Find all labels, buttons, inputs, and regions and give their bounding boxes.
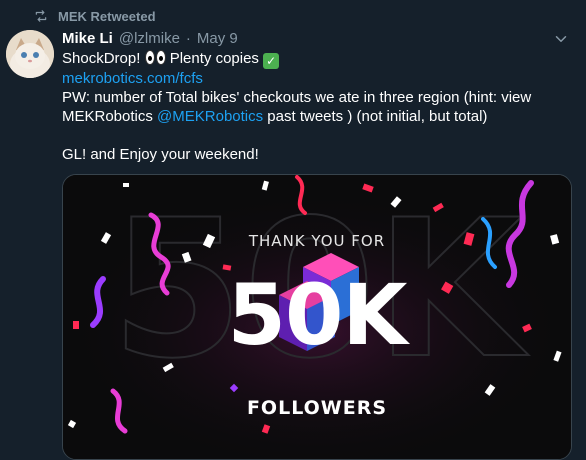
- mention-link[interactable]: @MEKRobotics: [157, 108, 263, 125]
- checkmark-emoji-icon: ✓: [263, 53, 280, 69]
- retweet-label: MEK Retweeted: [58, 8, 156, 24]
- tweet-link[interactable]: mekrobotics.com/fcfs: [62, 70, 203, 87]
- tweet-header: Mike Li @lzlmike · May 9: [62, 28, 238, 48]
- retweet-icon: [34, 9, 48, 23]
- tweet-line-1-text: ShockDrop!: [62, 50, 145, 67]
- tweet-line-1-suffix: Plenty copies: [165, 50, 264, 67]
- display-name[interactable]: Mike Li: [62, 30, 113, 47]
- follower-count-text: 50K: [227, 266, 408, 364]
- chevron-down-icon[interactable]: [552, 30, 570, 48]
- tweet-date[interactable]: May 9: [197, 30, 238, 47]
- eyes-emoji-icon: [144, 50, 166, 65]
- user-handle[interactable]: @lzlmike: [119, 30, 180, 47]
- tweet-line-1: ShockDrop! Plenty copies ✓: [62, 49, 572, 69]
- tweet-text: ShockDrop! Plenty copies ✓ mekrobotics.c…: [62, 49, 572, 164]
- avatar[interactable]: [6, 30, 54, 78]
- tweet-media-image[interactable]: 50K: [62, 174, 572, 460]
- separator-dot: ·: [185, 29, 191, 47]
- thanks-text: THANK YOU FOR: [248, 232, 386, 250]
- pw-tail: past tweets ) (not initial, but total): [263, 108, 488, 125]
- followers-text: FOLLOWERS: [246, 397, 388, 419]
- tweet-password-text: PW: number of Total bikes' checkouts we …: [62, 88, 572, 126]
- retweet-indicator[interactable]: MEK Retweeted: [34, 8, 156, 24]
- tweet-closing: GL! and Enjoy your weekend!: [62, 146, 259, 163]
